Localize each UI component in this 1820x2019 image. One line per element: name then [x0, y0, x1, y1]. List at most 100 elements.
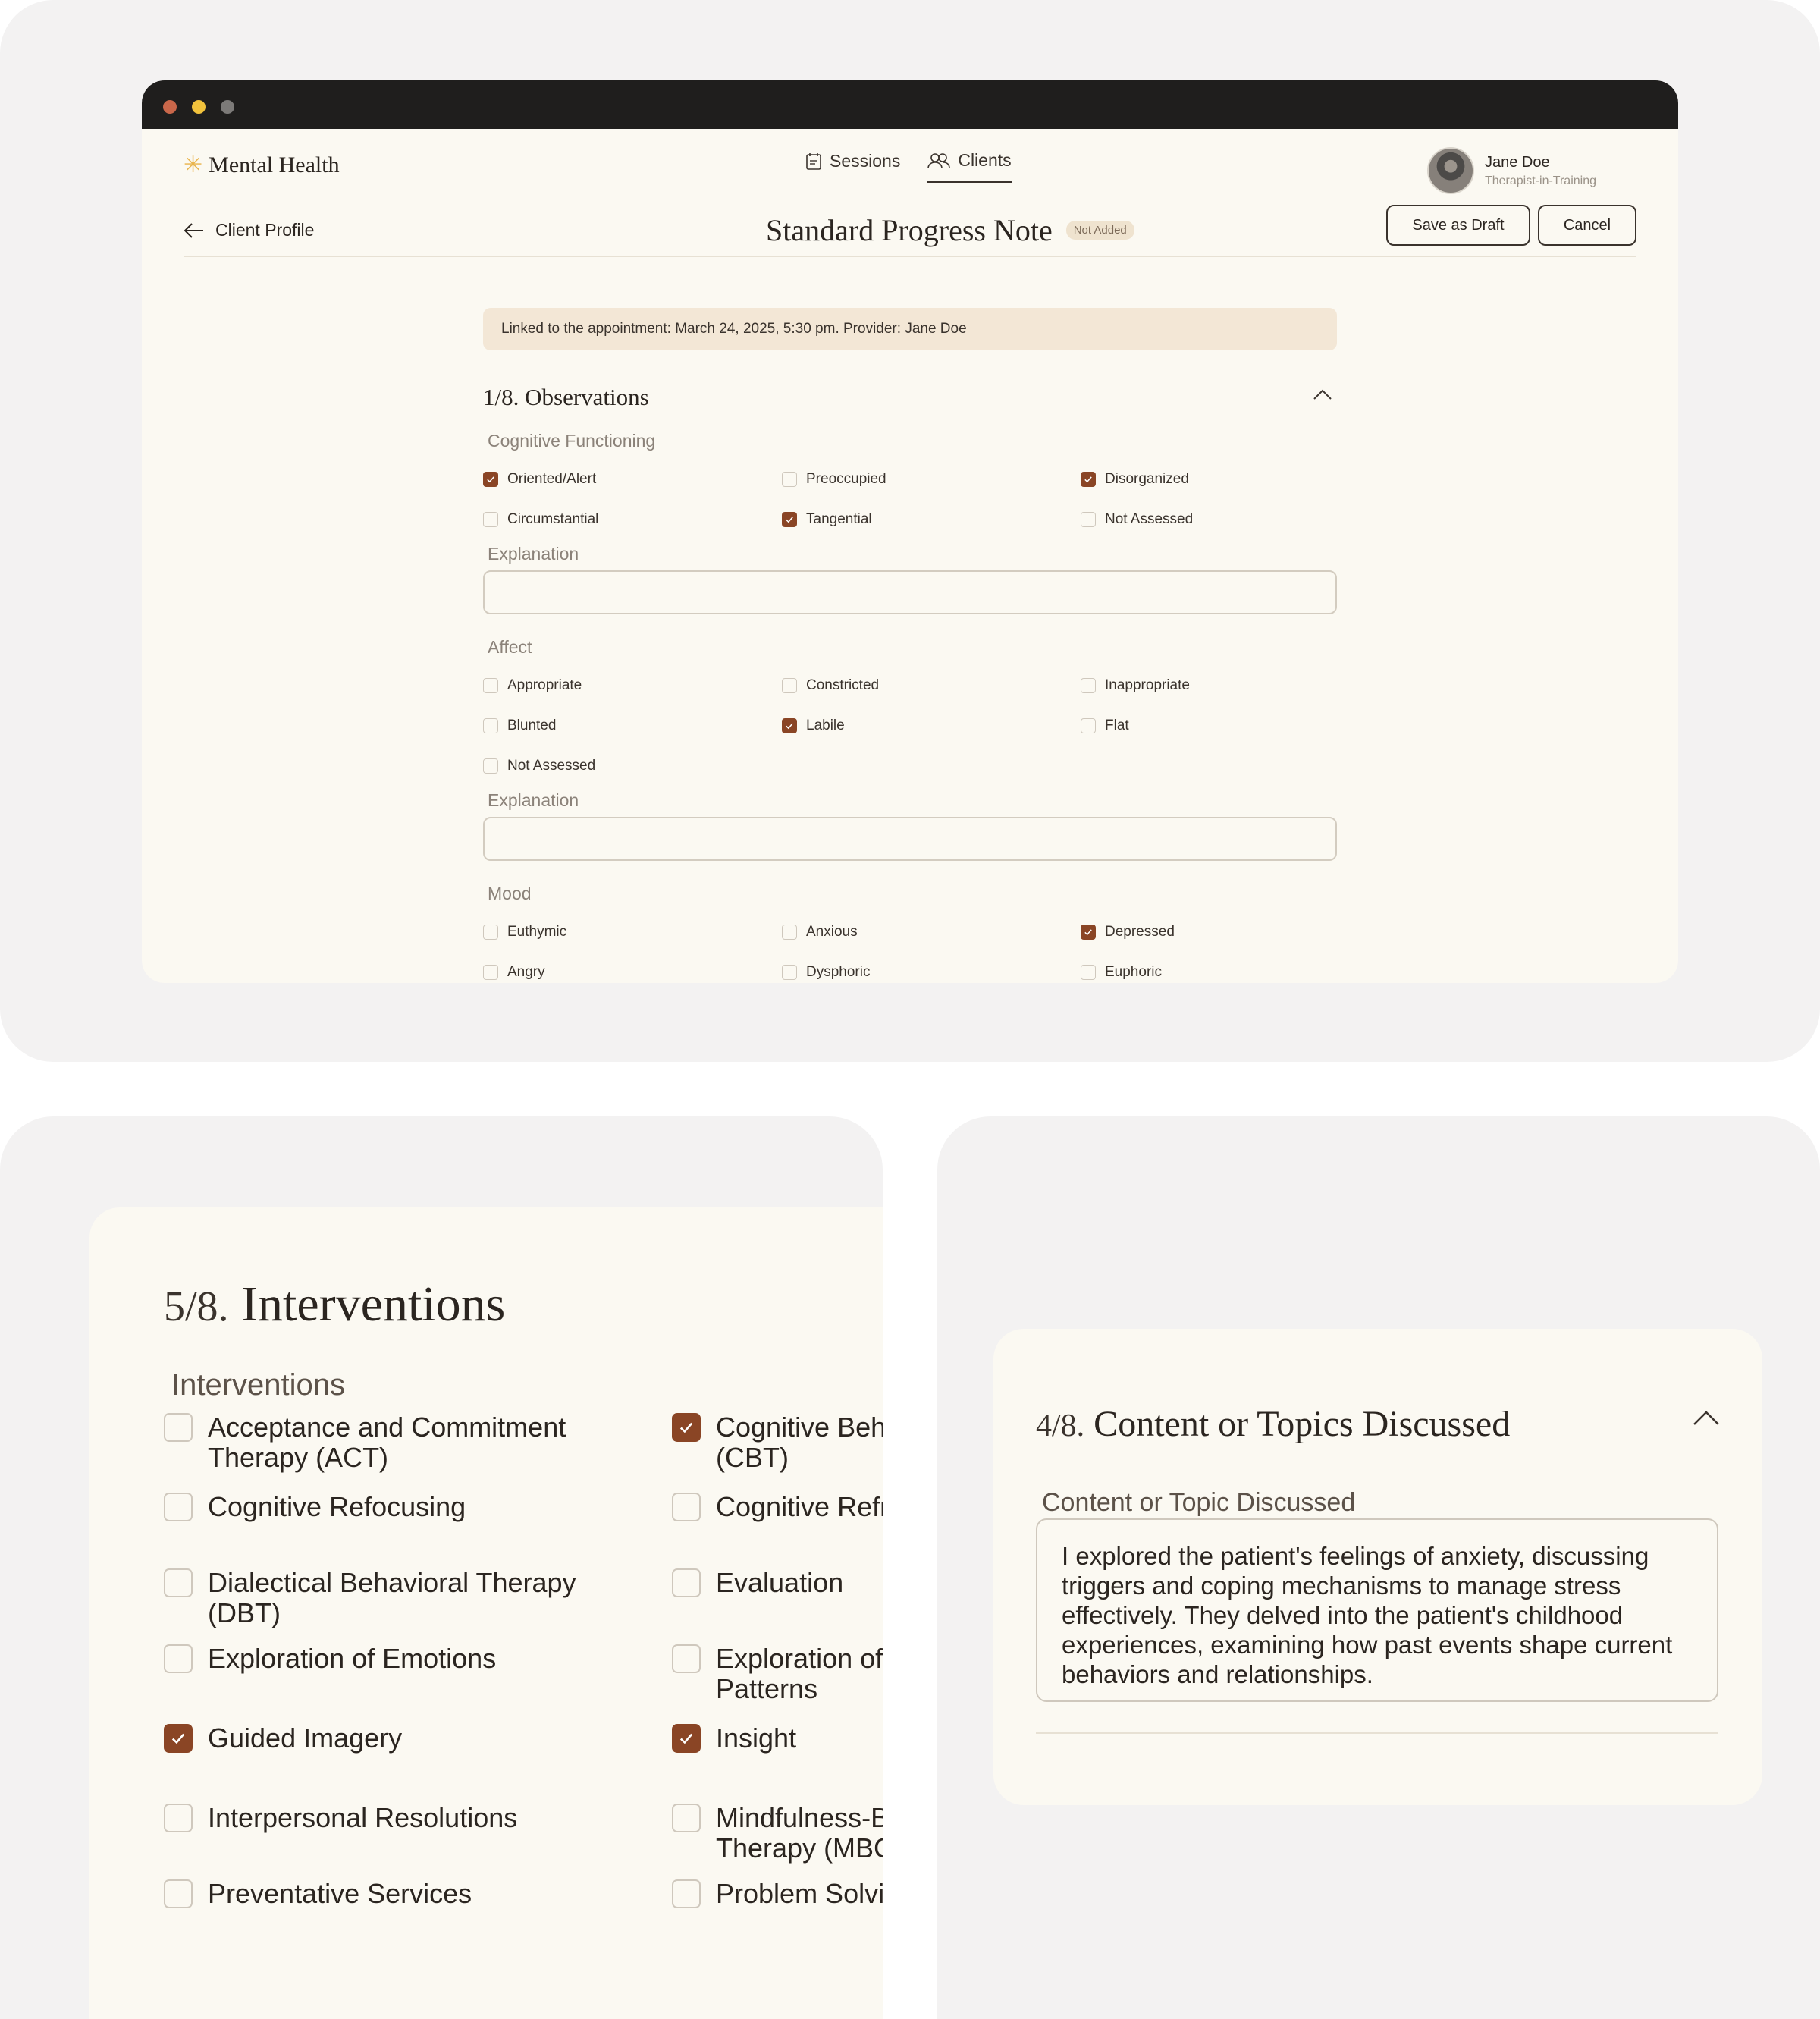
checkbox-option[interactable]: Not Assessed	[483, 746, 782, 786]
checkbox-label: Anxious	[806, 923, 858, 940]
checkbox-option[interactable]: Euphoric	[1081, 952, 1337, 983]
observations-header[interactable]: 1/8. Observations	[483, 384, 1337, 414]
intervention-label-line: Preventative Services	[208, 1878, 472, 1909]
minimize-window-dot[interactable]	[192, 100, 206, 114]
checkbox[interactable]	[782, 677, 797, 693]
checkbox[interactable]	[164, 1804, 193, 1832]
checkbox-checked[interactable]	[672, 1413, 701, 1442]
checkbox-checked[interactable]	[672, 1724, 701, 1753]
checkbox[interactable]	[672, 1568, 701, 1597]
checkbox[interactable]	[1081, 964, 1096, 980]
checkbox-option[interactable]: Constricted	[782, 665, 1081, 705]
checkbox-option[interactable]: Appropriate	[483, 665, 782, 705]
intervention-label-line: Exploration of Emotions	[208, 1643, 497, 1674]
checkbox-option[interactable]: Disorganized	[1081, 459, 1337, 499]
save-draft-button[interactable]: Save as Draft	[1386, 205, 1530, 246]
checkbox-option[interactable]: Circumstantial	[483, 499, 782, 539]
cancel-button[interactable]: Cancel	[1538, 205, 1636, 246]
checkbox-option[interactable]: Dysphoric	[782, 952, 1081, 983]
checkbox[interactable]	[782, 964, 797, 980]
nav-sessions[interactable]: Sessions	[805, 150, 900, 183]
checkbox-option[interactable]: Preoccupied	[782, 459, 1081, 499]
checkbox-option[interactable]: Labile	[782, 705, 1081, 746]
nav-clients[interactable]: Clients	[927, 150, 1012, 183]
checkbox-option[interactable]: Depressed	[1081, 912, 1337, 952]
intervention-option[interactable]: Mindfulness-B Therapy (MBC	[672, 1803, 883, 1864]
checkbox[interactable]	[782, 924, 797, 940]
chevron-up-icon[interactable]	[1313, 388, 1332, 400]
checkbox-option[interactable]: Anxious	[782, 912, 1081, 952]
intervention-option[interactable]: Guided Imagery	[164, 1723, 402, 1754]
intervention-label: Guided Imagery	[208, 1723, 402, 1754]
checkbox-label: Inappropriate	[1105, 677, 1190, 693]
checkbox[interactable]	[483, 717, 498, 733]
interventions-card: 5/8. Interventions Interventions Accepta…	[89, 1207, 883, 2019]
intervention-option[interactable]: Dialectical Behavioral Therapy (DBT)	[164, 1568, 576, 1628]
intervention-option[interactable]: Exploration of Emotions	[164, 1644, 496, 1674]
checkbox-option[interactable]: Not Assessed	[1081, 499, 1337, 539]
intervention-option[interactable]: Preventative Services	[164, 1879, 472, 1909]
checkbox-option[interactable]: Oriented/Alert	[483, 459, 782, 499]
checkbox-checked[interactable]	[782, 511, 797, 527]
intervention-label-line: Insight	[716, 1722, 797, 1754]
mood-label: Mood	[488, 884, 532, 903]
nav-clients-label: Clients	[958, 150, 1012, 170]
checkbox[interactable]	[672, 1804, 701, 1832]
intervention-label: Problem Solvir	[716, 1879, 883, 1909]
intervention-option[interactable]: Cognitive Refocusing	[164, 1492, 466, 1522]
checkbox-label: Constricted	[806, 677, 880, 693]
cognitive-explanation-input[interactable]	[483, 570, 1337, 614]
checkbox[interactable]	[1081, 511, 1096, 527]
chevron-up-icon[interactable]	[1693, 1409, 1720, 1426]
intervention-option[interactable]: Exploration of Patterns	[672, 1644, 883, 1704]
checkbox[interactable]	[483, 511, 498, 527]
checkbox-option[interactable]: Euthymic	[483, 912, 782, 952]
observations-title: 1/8. Observations	[483, 384, 649, 410]
checkbox-label: Depressed	[1105, 923, 1175, 940]
checkbox-checked[interactable]	[1081, 924, 1096, 940]
checkbox[interactable]	[782, 471, 797, 487]
intervention-option[interactable]: Acceptance and Commitment Therapy (ACT)	[164, 1412, 566, 1473]
checkbox[interactable]	[483, 924, 498, 940]
checkbox[interactable]	[483, 758, 498, 774]
checkbox[interactable]	[672, 1644, 701, 1673]
checkbox-checked[interactable]	[1081, 471, 1096, 487]
checkbox-option[interactable]: Blunted	[483, 705, 782, 746]
intervention-option[interactable]: Problem Solvir	[672, 1879, 883, 1909]
intervention-option[interactable]: Interpersonal Resolutions	[164, 1803, 517, 1833]
checkbox-option[interactable]: Angry	[483, 952, 782, 983]
checkbox[interactable]	[672, 1493, 701, 1521]
checkbox[interactable]	[164, 1413, 193, 1442]
checkbox[interactable]	[164, 1568, 193, 1597]
checkbox-checked[interactable]	[483, 471, 498, 487]
checkbox-checked[interactable]	[782, 717, 797, 733]
affect-explanation-input[interactable]	[483, 817, 1337, 861]
checkbox-label: Not Assessed	[507, 757, 596, 774]
checkbox-option[interactable]: Tangential	[782, 499, 1081, 539]
intervention-option[interactable]: Evaluation	[672, 1568, 843, 1598]
close-window-dot[interactable]	[163, 100, 177, 114]
back-link[interactable]: Client Profile	[184, 220, 314, 240]
checkbox[interactable]	[483, 677, 498, 693]
checkbox[interactable]	[1081, 717, 1096, 733]
intervention-label-line: Evaluation	[716, 1567, 844, 1598]
checkbox[interactable]	[164, 1493, 193, 1521]
checkbox-option[interactable]: Inappropriate	[1081, 665, 1337, 705]
brand-logo[interactable]: ✳ Mental Health	[184, 152, 340, 178]
maximize-window-dot[interactable]	[221, 100, 234, 114]
checkbox[interactable]	[483, 964, 498, 980]
checkbox-option[interactable]: Flat	[1081, 705, 1337, 746]
intervention-option[interactable]: Cognitive Beha (CBT)	[672, 1412, 883, 1473]
checkbox[interactable]	[164, 1879, 193, 1908]
checkbox[interactable]	[1081, 677, 1096, 693]
checkbox-label: Euphoric	[1105, 963, 1162, 980]
user-menu[interactable]: Jane Doe Therapist-in-Training	[1426, 147, 1596, 194]
content-topics-showcase-panel: 4/8. Content or Topics Discussed Content…	[937, 1116, 1820, 2019]
content-topic-textarea[interactable]: I explored the patient's feelings of anx…	[1036, 1518, 1718, 1702]
checkbox[interactable]	[164, 1644, 193, 1673]
checkbox-checked[interactable]	[164, 1724, 193, 1753]
intervention-option[interactable]: Cognitive Refra	[672, 1492, 883, 1522]
intervention-option[interactable]: Insight	[672, 1723, 796, 1754]
checkbox[interactable]	[672, 1879, 701, 1908]
intervention-label: Preventative Services	[208, 1879, 472, 1909]
